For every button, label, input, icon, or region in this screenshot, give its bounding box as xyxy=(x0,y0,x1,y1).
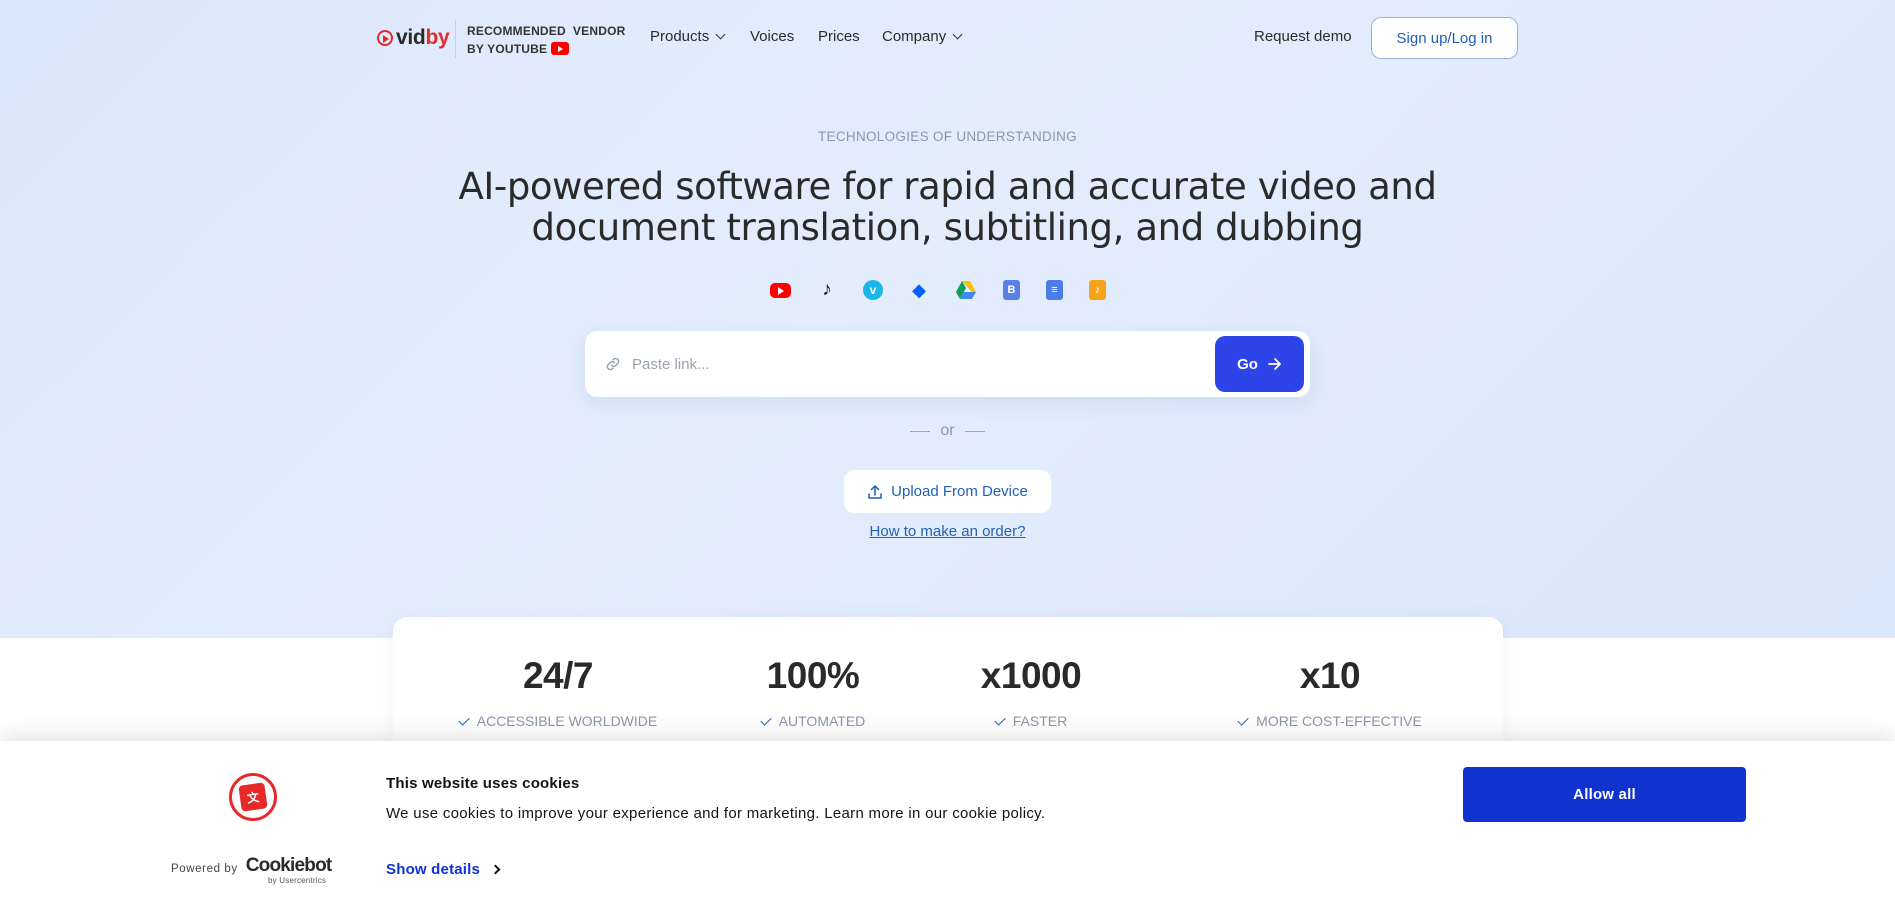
play-icon xyxy=(377,30,393,46)
request-demo-link[interactable]: Request demo xyxy=(1254,28,1352,45)
stat-label: ACCESSIBLE WORLDWIDE xyxy=(438,713,678,729)
check-icon xyxy=(1237,713,1249,726)
go-label: Go xyxy=(1237,355,1258,373)
headline-line-1: AI-powered software for rapid and accura… xyxy=(458,165,1437,208)
upload-label: Upload From Device xyxy=(891,483,1028,500)
chevron-right-icon xyxy=(490,864,501,875)
vendor-divider xyxy=(455,20,456,58)
nav-company[interactable]: Company xyxy=(882,28,963,45)
site-header: vidby RECOMMENDED VENDOR BY YOUTUBE Prod… xyxy=(0,0,1895,76)
cookie-banner: 文 Powered by Cookiebot by Usercentrics T… xyxy=(0,741,1895,903)
show-details-label: Show details xyxy=(386,861,481,878)
or-label: or xyxy=(940,422,955,439)
link-input-box: Go xyxy=(585,331,1310,397)
cookie-text: We use cookies to improve your experienc… xyxy=(386,805,1046,822)
vendor-line-2: BY YOUTUBE xyxy=(467,42,548,56)
tiktok-icon: ♪ xyxy=(822,279,832,300)
upload-from-device-button[interactable]: Upload From Device xyxy=(844,470,1051,513)
powered-by-label: Powered by xyxy=(171,863,238,875)
or-line-right xyxy=(964,430,985,432)
stat-label: AUTOMATED xyxy=(733,713,893,729)
nav-company-label: Company xyxy=(882,28,947,45)
stats-card: 24/7 ACCESSIBLE WORLDWIDE 100% AUTOMATED… xyxy=(393,617,1503,757)
cookiebot-sub: by Usercentrics xyxy=(268,876,327,885)
nav-voices[interactable]: Voices xyxy=(750,28,794,45)
nav-prices-label: Prices xyxy=(818,28,860,45)
allow-all-button[interactable]: Allow all xyxy=(1463,767,1746,822)
vimeo-icon: v xyxy=(863,280,883,300)
stat-value: x10 xyxy=(1299,655,1361,696)
nav-products[interactable]: Products xyxy=(650,28,726,45)
logo-text: vidby xyxy=(396,26,450,49)
or-divider: or xyxy=(0,422,1895,440)
nav-prices[interactable]: Prices xyxy=(818,28,860,45)
signup-login-button[interactable]: Sign up/Log in xyxy=(1371,17,1518,59)
show-details-button[interactable]: Show details xyxy=(386,861,501,878)
check-icon xyxy=(458,713,470,726)
or-line-left xyxy=(910,430,931,432)
powered-by-cookiebot[interactable]: Powered by Cookiebot by Usercentrics xyxy=(171,855,332,885)
check-icon xyxy=(994,713,1006,726)
stat-value: 24/7 xyxy=(522,655,594,696)
chevron-down-icon xyxy=(952,29,963,40)
hero-headline: AI-powered software for rapid and accura… xyxy=(420,166,1475,248)
chevron-down-icon xyxy=(715,29,726,40)
paste-link-input[interactable] xyxy=(632,352,1192,376)
stat-value: 100% xyxy=(766,655,860,696)
cookiebot-logo: Cookiebot xyxy=(245,855,332,876)
go-button[interactable]: Go xyxy=(1215,336,1304,392)
arrow-right-icon xyxy=(1268,358,1281,370)
howto-label[interactable]: How to make an order? xyxy=(870,523,1026,540)
hero-background xyxy=(0,0,1895,638)
stat-item: 24/7 ACCESSIBLE WORLDWIDE xyxy=(438,655,678,729)
hero-eyebrow: TECHNOLOGIES OF UNDERSTANDING xyxy=(818,129,1077,144)
youtube-vendor-badge: RECOMMENDED VENDOR BY YOUTUBE xyxy=(467,22,625,58)
supported-sources: ♪ v ◆ B ≡ ♪ xyxy=(770,279,1106,300)
upload-icon xyxy=(868,484,882,499)
stat-item: x10 MORE COST-EFFECTIVE xyxy=(1220,655,1440,729)
youtube-icon xyxy=(770,283,791,298)
youtube-icon xyxy=(551,42,570,55)
google-drive-icon xyxy=(955,280,977,300)
how-to-order-link[interactable]: How to make an order? xyxy=(0,523,1895,540)
nav-products-label: Products xyxy=(650,28,710,45)
link-icon xyxy=(606,357,620,371)
vendor-line-1: RECOMMENDED VENDOR xyxy=(467,24,626,38)
dropbox-icon: ◆ xyxy=(912,279,926,300)
nav-voices-label: Voices xyxy=(750,28,795,45)
vidby-cookie-logo: 文 xyxy=(229,773,277,821)
stat-item: x1000 FASTER xyxy=(941,655,1121,729)
headline-line-2: document translation, subtitling, and du… xyxy=(531,206,1364,249)
stat-item: 100% AUTOMATED xyxy=(733,655,893,729)
vidby-logo[interactable]: vidby xyxy=(377,26,450,50)
check-icon xyxy=(760,713,772,726)
audio-file-icon: ♪ xyxy=(1089,280,1106,300)
google-docs-icon: ≡ xyxy=(1046,280,1063,300)
stat-label: FASTER xyxy=(941,713,1121,729)
translate-icon: 文 xyxy=(238,782,268,812)
stat-label: MORE COST-EFFECTIVE xyxy=(1220,713,1440,729)
stat-value: x1000 xyxy=(980,655,1082,696)
document-icon: B xyxy=(1003,280,1020,300)
cookie-title: This website uses cookies xyxy=(386,775,580,792)
